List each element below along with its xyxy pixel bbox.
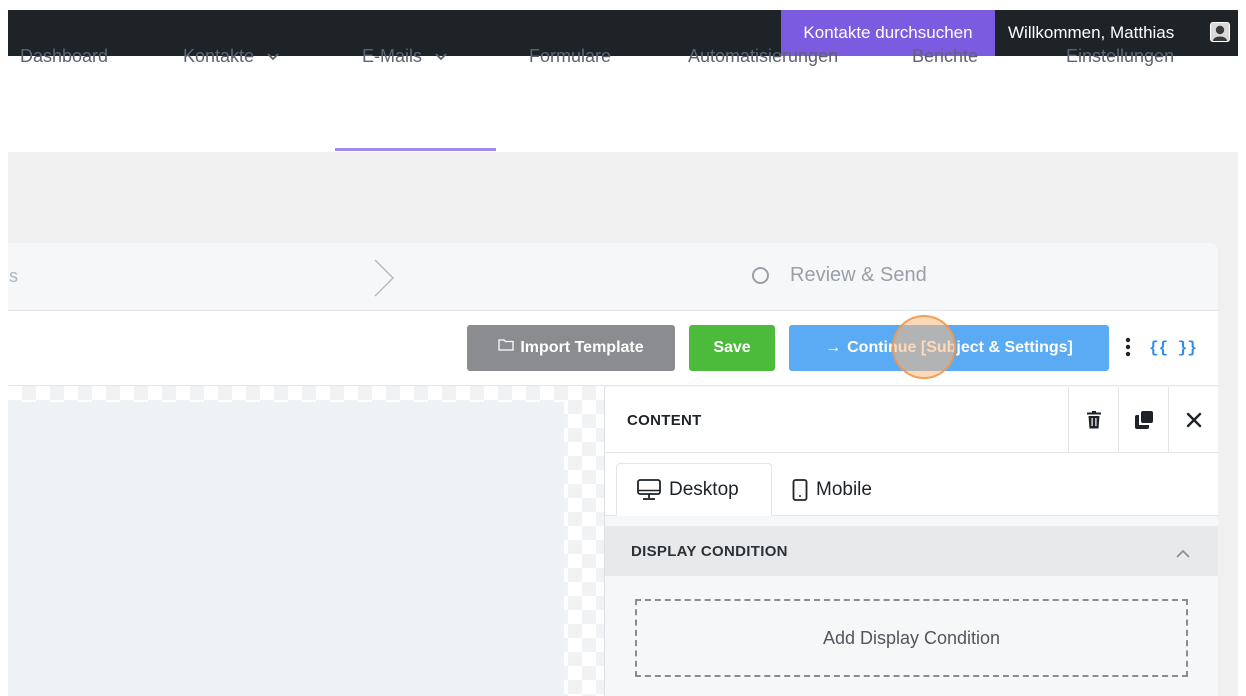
nav-item-label: Automatisierungen [688, 46, 839, 66]
nav-item-emails[interactable]: E-Mails [362, 0, 447, 96]
folder-icon [498, 338, 515, 356]
tab-desktop[interactable]: Desktop [616, 463, 772, 516]
import-template-button[interactable]: Import Template [467, 325, 675, 371]
display-condition-title: DISPLAY CONDITION [631, 543, 788, 560]
tab-label: Mobile [816, 478, 872, 500]
nav-item-kontakte[interactable]: Kontakte [183, 0, 279, 96]
desktop-icon [637, 478, 661, 500]
nav-item-label: Einstellungen [1066, 46, 1175, 66]
duplicate-icon [1134, 411, 1153, 429]
close-button[interactable] [1168, 387, 1218, 453]
step-status-circle-icon [752, 267, 769, 284]
delete-button[interactable] [1068, 387, 1118, 453]
nav-item-berichte[interactable]: Berichte [912, 0, 978, 96]
chevron-up-icon[interactable] [1176, 545, 1190, 563]
email-body-block[interactable] [8, 402, 564, 696]
nav-item-label: E-Mails [362, 46, 423, 66]
continue-button[interactable]: → Continue [Subject & Settings] [789, 325, 1109, 371]
duplicate-button[interactable] [1118, 387, 1168, 453]
nav-item-formulare[interactable]: Formulare [529, 0, 611, 96]
nav-item-label: Formulare [529, 46, 612, 66]
mobile-icon [792, 478, 808, 501]
nav-active-indicator [335, 148, 496, 151]
nav-item-einstellungen[interactable]: Einstellungen [1066, 0, 1174, 96]
close-icon [1186, 412, 1201, 428]
arrow-right-icon: → [825, 339, 842, 356]
add-display-condition-button[interactable]: Add Display Condition [635, 599, 1188, 677]
user-avatar-icon[interactable] [1210, 22, 1230, 42]
tab-label: Desktop [669, 478, 739, 500]
step-review-send[interactable]: Review & Send [790, 264, 927, 287]
nav-item-dashboard[interactable]: Dashboard [20, 0, 108, 96]
continue-label: Continue [Subject & Settings] [847, 339, 1073, 356]
nav-item-label: Berichte [912, 46, 979, 66]
save-button[interactable]: Save [689, 325, 775, 371]
chevron-down-icon [267, 0, 279, 111]
nav-item-label: Dashboard [20, 46, 109, 66]
nav-item-label: Kontakte [183, 46, 255, 66]
more-options-icon[interactable] [1125, 337, 1131, 362]
chevron-down-icon [435, 0, 447, 111]
merge-tags-button[interactable]: {{ }} [1149, 339, 1197, 357]
step-previous-label[interactable]: s [9, 266, 18, 287]
tab-mobile[interactable]: Mobile [792, 463, 912, 516]
trash-icon [1086, 411, 1101, 429]
import-template-label: Import Template [520, 339, 644, 357]
nav-item-automatisierungen[interactable]: Automatisierungen [688, 0, 838, 96]
panel-title: CONTENT [627, 412, 702, 429]
step-indicator [8, 243, 1218, 310]
step-separator-chevron-icon [372, 258, 396, 303]
